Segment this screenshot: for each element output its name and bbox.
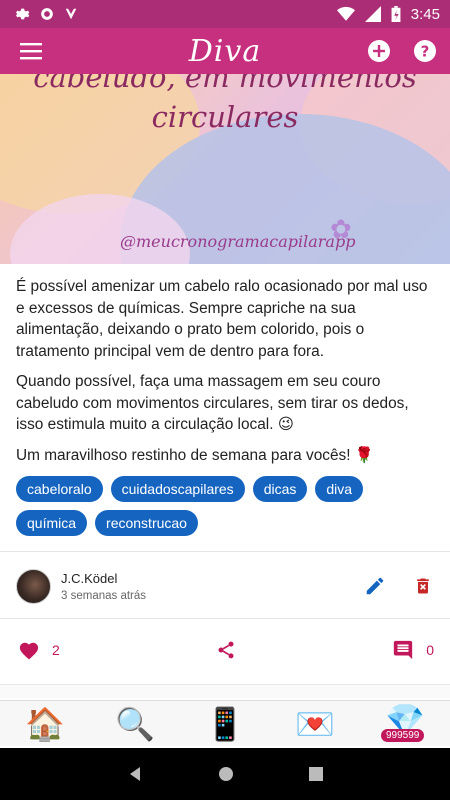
tasker-icon [65,8,77,20]
post-timestamp: 3 semanas atrás [61,589,147,602]
comments-button[interactable]: 0 [392,639,434,661]
share-button[interactable] [213,637,239,663]
post-paragraph: É possível amenizar um cabelo ralo ocasi… [16,278,428,360]
post-image-text-line2: circulares [151,100,299,134]
add-button[interactable] [366,38,392,64]
app-bar: Diva ? [0,28,450,74]
house-icon: 🏠 [25,705,65,742]
search-icon: 🔍 [115,705,155,742]
status-bar: 3:45 [0,0,450,28]
wifi-icon [336,6,355,21]
post-image: cabeludo, em movimentos circulares @meuc… [0,74,450,264]
svg-text:?: ? [421,43,430,61]
gem-count: 999599 [381,728,425,742]
back-icon[interactable] [127,766,143,782]
love-letter-icon: 💌 [295,705,335,742]
gems-nav[interactable]: 💎 999599 [375,702,435,746]
system-nav-bar [0,748,450,800]
post-body: É possível amenizar um cabelo ralo ocasi… [16,276,436,475]
divider [0,551,450,552]
post-image-handle: @meucronogramacapilarapp [120,232,356,251]
recents-icon[interactable] [308,767,323,781]
pencil-icon [366,577,384,595]
post-image-text-line1: cabeludo, em movimentos [33,74,417,94]
menu-button[interactable] [18,38,44,64]
trash-icon [417,578,429,594]
tag-list: cabeloralo cuidadoscapilares dicas diva … [16,476,436,536]
delete-button[interactable] [410,573,436,599]
like-button[interactable]: 2 [18,640,60,660]
phone-icon: 📱 [205,705,245,742]
tag-chip[interactable]: dicas [252,476,308,502]
flower-icon: ✿ [330,214,352,244]
like-count: 2 [52,642,60,658]
phone-nav[interactable]: 📱 [195,702,255,746]
heart-icon [19,642,39,660]
bottom-nav: 🏠 🔍 📱 💌 💎 999599 [0,700,450,746]
sync-icon [41,8,53,20]
divider [0,684,450,698]
comment-count: 0 [426,642,434,658]
tag-chip[interactable]: cuidadoscapilares [110,476,245,502]
tag-chip[interactable]: diva [315,476,364,502]
help-button[interactable]: ? [412,38,438,64]
avatar[interactable] [16,568,51,604]
battery-icon [391,6,401,22]
settings-icon [16,8,30,20]
author-name[interactable]: J.C.Ködel [61,571,146,586]
add-circle-icon [368,40,390,62]
post-paragraph: Quando possível, faça uma massagem em se… [16,373,409,433]
comment-icon [394,640,413,660]
tag-chip[interactable]: química [16,510,88,536]
author-row: J.C.Ködel 3 semanas atrás [16,566,436,606]
status-time: 3:45 [410,5,440,23]
home-icon[interactable] [218,766,234,782]
edit-button[interactable] [362,573,388,599]
tag-chip[interactable]: cabeloralo [16,476,103,502]
post-actions: 2 0 [0,630,450,670]
share-icon [218,641,234,659]
home-nav[interactable]: 🏠 [15,702,75,746]
help-icon: ? [414,40,436,62]
signal-icon [364,6,381,22]
divider [0,618,450,619]
hamburger-icon [20,43,42,60]
tag-chip[interactable]: reconstrucao [95,510,198,536]
search-nav[interactable]: 🔍 [105,702,165,746]
messages-nav[interactable]: 💌 [285,702,345,746]
post-paragraph: Um maravilhoso restinho de semana para v… [16,446,374,464]
